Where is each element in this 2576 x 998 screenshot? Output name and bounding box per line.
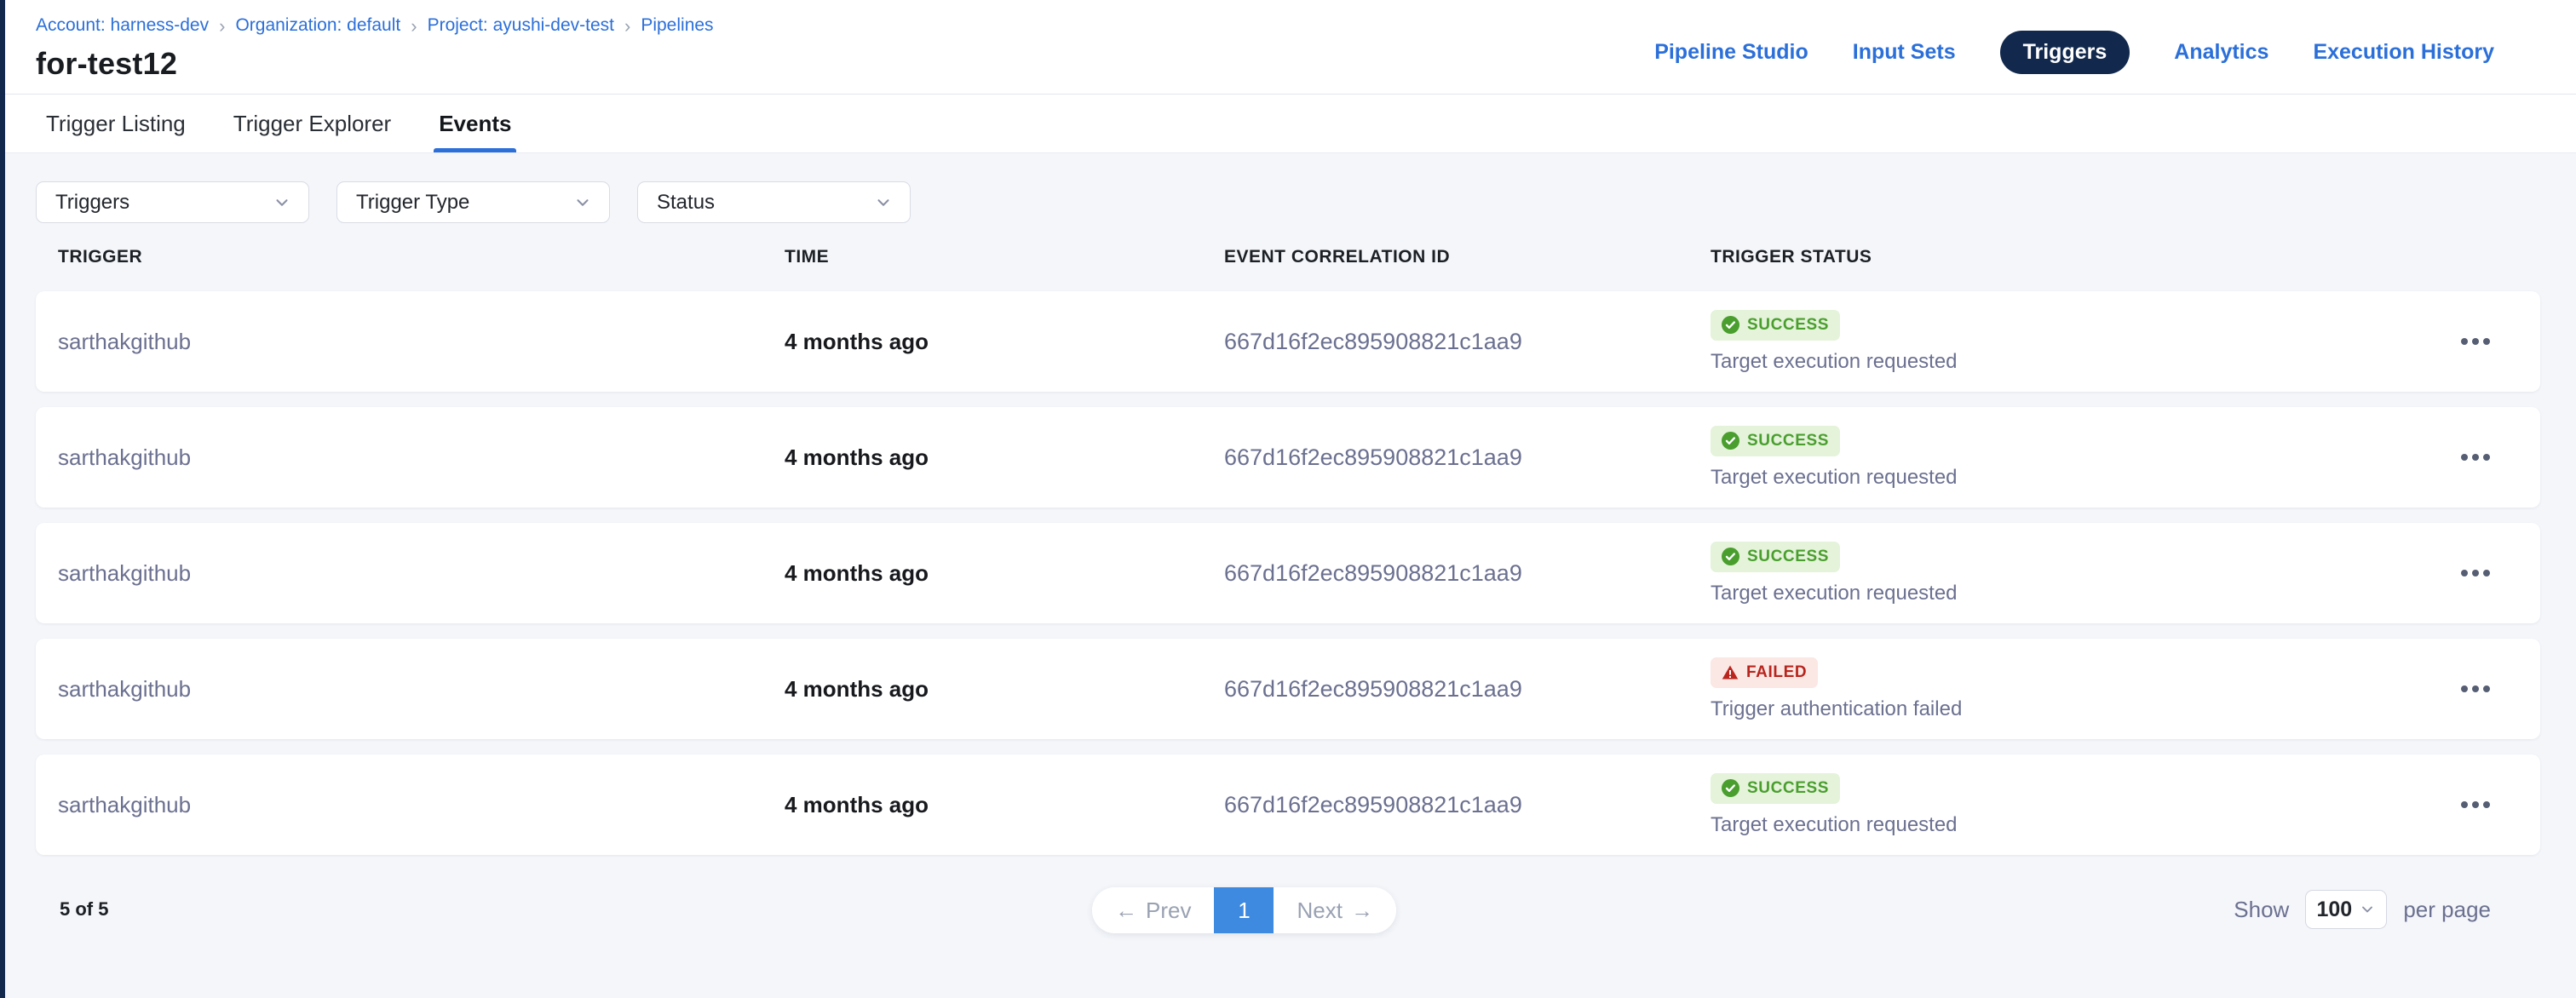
event-correlation-id: 667d16f2ec895908821c1aa9 [1224,445,1711,471]
top-nav-link-input-sets[interactable]: Input Sets [1853,40,1956,65]
breadcrumb-separator: › [624,16,630,36]
per-page-label: per page [2403,897,2491,923]
breadcrumb-link[interactable]: Organization: default [235,15,400,36]
trigger-type-filter-dropdown[interactable]: Trigger Type [336,181,610,223]
more-options-icon[interactable] [2456,330,2495,353]
top-nav-link-analytics[interactable]: Analytics [2174,40,2268,65]
table-row[interactable]: sarthakgithub 4 months ago 667d16f2ec895… [36,754,2540,855]
chevron-down-icon [2359,901,2376,918]
top-nav-link-execution-history[interactable]: Execution History [2313,40,2494,65]
trigger-status-cell: SUCCESS Target execution requested [1711,542,2432,605]
events-tab-bar: Trigger Listing Trigger Explorer Events [0,94,2576,153]
breadcrumb-link[interactable]: Account: harness-dev [36,15,209,36]
prev-page-button[interactable]: ← Prev [1092,887,1214,933]
collapsed-sidebar-edge[interactable] [0,0,5,998]
column-header-time: TIME [785,247,1224,267]
more-options-icon[interactable] [2456,677,2495,701]
check-circle-icon [1722,432,1739,450]
status-badge-label: FAILED [1746,663,1807,682]
trigger-name: sarthakgithub [58,445,785,471]
status-message: Trigger authentication failed [1711,697,1962,721]
table-row[interactable]: sarthakgithub 4 months ago 667d16f2ec895… [36,291,2540,392]
status-message: Target execution requested [1711,466,1958,490]
left-arrow-icon: ← [1115,898,1137,924]
table-header-row: TRIGGER TIME EVENT CORRELATION ID TRIGGE… [36,223,2540,291]
chevron-down-icon [573,193,592,212]
status-filter-dropdown[interactable]: Status [637,181,911,223]
events-content: Triggers Trigger Type Status TRIGGER TIM… [0,153,2576,998]
trigger-status-cell: SUCCESS Target execution requested [1711,426,2432,490]
column-header-correlation-id: EVENT CORRELATION ID [1224,247,1711,267]
warning-triangle-icon [1722,664,1739,681]
show-label: Show [2234,897,2289,923]
event-correlation-id: 667d16f2ec895908821c1aa9 [1224,560,1711,587]
event-time: 4 months ago [785,560,1224,587]
column-header-trigger: TRIGGER [58,247,785,267]
trigger-type-filter-label: Trigger Type [356,191,469,215]
breadcrumb-separator: › [219,16,225,36]
triggers-filter-dropdown[interactable]: Triggers [36,181,309,223]
breadcrumb-link[interactable]: Project: ayushi-dev-test [428,15,614,36]
triggers-filter-label: Triggers [55,191,129,215]
event-correlation-id: 667d16f2ec895908821c1aa9 [1224,792,1711,818]
result-count: 5 of 5 [60,898,108,921]
status-message: Target execution requested [1711,813,1958,837]
status-badge-label: SUCCESS [1747,432,1829,450]
check-circle-icon [1722,779,1739,797]
status-badge: FAILED [1711,657,1818,688]
status-filter-label: Status [657,191,715,215]
tab-trigger-explorer[interactable]: Trigger Explorer [233,95,391,152]
event-time: 4 months ago [785,676,1224,703]
status-badge: SUCCESS [1711,542,1840,572]
page-size-control: Show 100 per page [2234,890,2491,929]
table-row[interactable]: sarthakgithub 4 months ago 667d16f2ec895… [36,639,2540,739]
event-time: 4 months ago [785,329,1224,355]
event-correlation-id: 667d16f2ec895908821c1aa9 [1224,676,1711,703]
page-number-button[interactable]: 1 [1214,887,1274,933]
chevron-down-icon [874,193,893,212]
more-options-icon[interactable] [2456,793,2495,817]
check-circle-icon [1722,316,1739,334]
page-size-select[interactable]: 100 [2305,890,2387,929]
tab-trigger-listing[interactable]: Trigger Listing [46,95,186,152]
chevron-down-icon [273,193,291,212]
filters-row: Triggers Trigger Type Status [36,181,2540,223]
trigger-name: sarthakgithub [58,676,785,703]
table-row[interactable]: sarthakgithub 4 months ago 667d16f2ec895… [36,523,2540,623]
tab-events[interactable]: Events [439,95,511,152]
more-options-icon[interactable] [2456,561,2495,585]
column-header-trigger-status: TRIGGER STATUS [1711,247,2432,267]
trigger-status-cell: FAILED Trigger authentication failed [1711,657,2432,721]
status-message: Target execution requested [1711,582,1958,605]
page-header: Account: harness-dev › Organization: def… [0,0,2576,94]
pagination-footer: 5 of 5 ← Prev 1 Next → Show 100 per page [36,886,2540,933]
status-badge-label: SUCCESS [1747,548,1829,566]
trigger-name: sarthakgithub [58,329,785,355]
status-message: Target execution requested [1711,350,1958,374]
status-badge: SUCCESS [1711,426,1840,456]
event-time: 4 months ago [785,445,1224,471]
pager: ← Prev 1 Next → [1092,887,1396,933]
top-nav-link-pipeline-studio[interactable]: Pipeline Studio [1654,40,1808,65]
status-badge-label: SUCCESS [1747,316,1829,335]
next-page-button[interactable]: Next → [1274,887,1395,933]
event-correlation-id: 667d16f2ec895908821c1aa9 [1224,329,1711,355]
trigger-name: sarthakgithub [58,560,785,587]
event-time: 4 months ago [785,792,1224,818]
trigger-name: sarthakgithub [58,792,785,818]
pipeline-top-nav: Pipeline Studio Input Sets Triggers Anal… [1654,31,2494,74]
status-badge-label: SUCCESS [1747,779,1829,798]
table-row[interactable]: sarthakgithub 4 months ago 667d16f2ec895… [36,407,2540,508]
events-table-body: sarthakgithub 4 months ago 667d16f2ec895… [36,291,2540,855]
more-options-icon[interactable] [2456,445,2495,469]
trigger-status-cell: SUCCESS Target execution requested [1711,310,2432,374]
status-badge: SUCCESS [1711,310,1840,341]
breadcrumb-link[interactable]: Pipelines [641,15,713,36]
top-nav-link-triggers[interactable]: Triggers [2000,31,2130,74]
trigger-status-cell: SUCCESS Target execution requested [1711,773,2432,837]
check-circle-icon [1722,548,1739,565]
right-arrow-icon: → [1351,898,1373,924]
status-badge: SUCCESS [1711,773,1840,804]
breadcrumb-separator: › [411,16,417,36]
